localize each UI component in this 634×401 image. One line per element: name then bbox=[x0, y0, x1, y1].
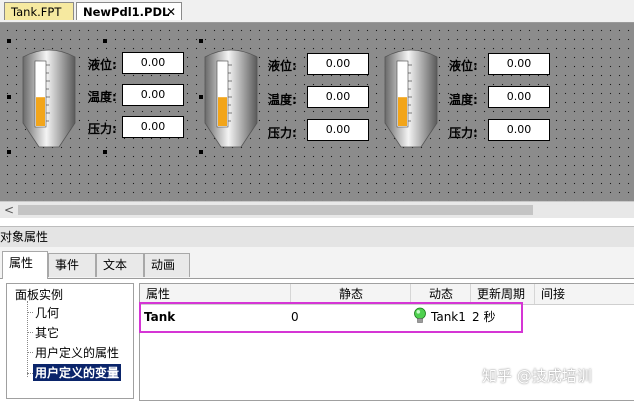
column-header-update-cycle[interactable]: 更新周期 bbox=[471, 284, 535, 304]
tab-newpdl1-pdl[interactable]: NewPdl1.PDL ✕ bbox=[76, 2, 182, 20]
highlight-box bbox=[139, 302, 523, 333]
tree-item-misc[interactable]: 其它 bbox=[33, 324, 61, 341]
level-value-field[interactable]: 0.00 bbox=[122, 52, 184, 74]
selection-handle[interactable] bbox=[7, 95, 11, 99]
tab-properties[interactable]: 属性 bbox=[2, 251, 48, 279]
temperature-label: 温度: bbox=[268, 93, 297, 107]
selection-handle[interactable] bbox=[7, 150, 11, 154]
editor-canvas[interactable]: 液位: 0.00 温度: 0.00 压力: 0.00 液位: 0.00 温度: … bbox=[0, 23, 634, 201]
selection-handle[interactable] bbox=[7, 39, 11, 43]
scroll-left-arrow-icon[interactable]: < bbox=[2, 202, 16, 218]
tank-icon bbox=[22, 49, 76, 148]
pressure-value-field[interactable]: 0.00 bbox=[488, 119, 550, 141]
level-fill bbox=[36, 97, 45, 126]
scrollbar-thumb[interactable] bbox=[18, 205, 533, 215]
tab-tank-fpt-label: Tank.FPT bbox=[11, 5, 62, 19]
horizontal-scrollbar[interactable]: < bbox=[0, 201, 634, 218]
tab-events[interactable]: 事件 bbox=[48, 253, 96, 277]
column-header-property[interactable]: 属性 bbox=[140, 284, 291, 304]
pressure-label: 压力: bbox=[449, 126, 478, 140]
tab-newpdl1-pdl-label: NewPdl1.PDL bbox=[83, 5, 170, 19]
properties-panel-title: 对象属性 bbox=[0, 226, 634, 248]
tree-item-user-defined-properties[interactable]: 用户定义的属性 bbox=[33, 344, 121, 361]
watermark: 知乎 @技成培训 bbox=[482, 367, 592, 385]
level-value-field[interactable]: 0.00 bbox=[307, 53, 369, 75]
tree-item-user-defined-variables[interactable]: 用户定义的变量 bbox=[33, 364, 122, 381]
level-value-field[interactable]: 0.00 bbox=[488, 53, 550, 75]
temperature-value-field[interactable]: 0.00 bbox=[488, 86, 550, 108]
tab-tank-fpt[interactable]: Tank.FPT bbox=[4, 2, 74, 20]
column-header-static[interactable]: 静态 bbox=[291, 284, 411, 304]
document-tab-bar: Tank.FPT NewPdl1.PDL ✕ bbox=[0, 0, 634, 23]
tab-animation[interactable]: 动画 bbox=[144, 253, 190, 277]
column-header-indirect[interactable]: 间接 bbox=[535, 284, 634, 304]
pressure-value-field[interactable]: 0.00 bbox=[307, 119, 369, 141]
temperature-value-field[interactable]: 0.00 bbox=[307, 86, 369, 108]
level-label: 液位: bbox=[449, 59, 478, 73]
tank-icon bbox=[384, 49, 438, 148]
level-label: 液位: bbox=[88, 58, 117, 72]
pressure-label: 压力: bbox=[268, 126, 297, 140]
tree-root-panel-instance[interactable]: 面板实例 bbox=[15, 286, 63, 303]
selection-handle[interactable] bbox=[199, 39, 203, 43]
level-label: 液位: bbox=[268, 59, 297, 73]
tab-text[interactable]: 文本 bbox=[96, 253, 144, 277]
column-header-dynamic[interactable]: 动态 bbox=[411, 284, 471, 304]
level-fill bbox=[218, 97, 227, 126]
level-fill bbox=[398, 97, 407, 126]
properties-tab-bar: 属性 事件 文本 动画 bbox=[0, 247, 634, 279]
tree-item-geometry[interactable]: 几何 bbox=[33, 304, 61, 321]
temperature-label: 温度: bbox=[449, 93, 478, 107]
temperature-value-field[interactable]: 0.00 bbox=[122, 84, 184, 106]
tank-icon bbox=[204, 49, 258, 148]
selection-handle[interactable] bbox=[103, 150, 107, 154]
close-icon[interactable]: ✕ bbox=[166, 3, 176, 21]
pressure-label: 压力: bbox=[88, 122, 117, 136]
property-tree: 面板实例 几何 其它 用户定义的属性 用户定义的变量 bbox=[6, 283, 134, 399]
temperature-label: 温度: bbox=[88, 90, 117, 104]
selection-handle[interactable] bbox=[103, 39, 107, 43]
pressure-value-field[interactable]: 0.00 bbox=[122, 116, 184, 138]
